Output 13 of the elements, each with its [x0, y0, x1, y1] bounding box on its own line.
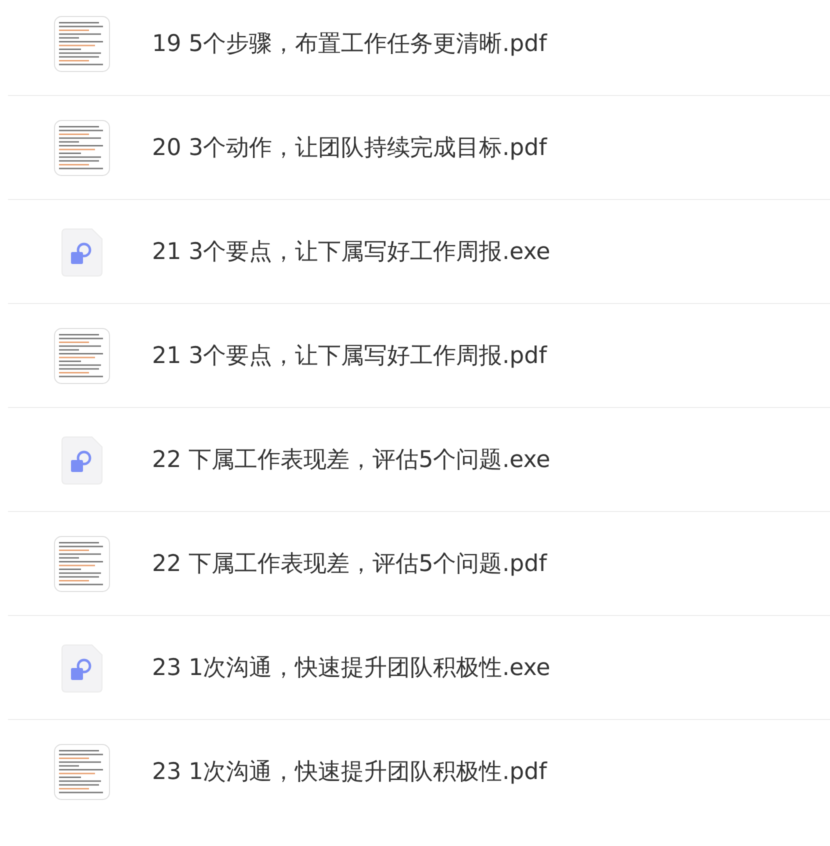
document-thumbnail-icon: [54, 16, 110, 72]
document-thumbnail-icon: [54, 120, 110, 176]
file-name[interactable]: 23 1次沟通，快速提升团队积极性.exe: [152, 652, 550, 683]
file-name[interactable]: 19 5个步骤，布置工作任务更清晰.pdf: [152, 28, 547, 59]
file-name[interactable]: 20 3个动作，让团队持续完成目标.pdf: [152, 132, 547, 163]
file-name[interactable]: 22 下属工作表现差，评估5个问题.exe: [152, 444, 550, 475]
document-thumbnail-icon: [54, 744, 110, 800]
file-name[interactable]: 21 3个要点，让下属写好工作周报.pdf: [152, 340, 547, 371]
file-name[interactable]: 22 下属工作表现差，评估5个问题.pdf: [152, 548, 547, 579]
file-name[interactable]: 21 3个要点，让下属写好工作周报.exe: [152, 236, 550, 267]
document-thumbnail-icon: [54, 328, 110, 384]
file-name[interactable]: 23 1次沟通，快速提升团队积极性.pdf: [152, 756, 547, 787]
document-thumbnail-icon: [54, 536, 110, 592]
